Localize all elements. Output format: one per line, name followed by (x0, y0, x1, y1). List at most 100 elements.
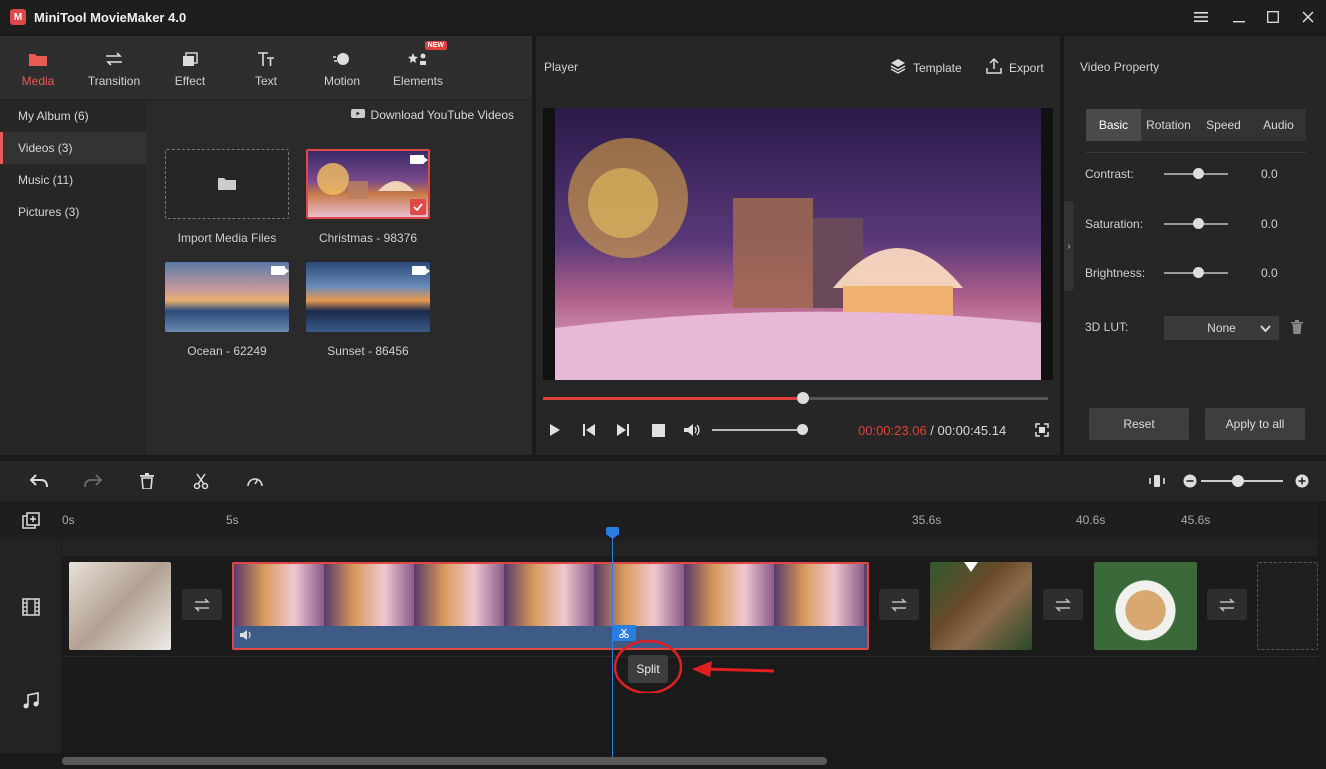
download-youtube-button[interactable]: Download YouTube Videos (351, 108, 514, 122)
media-label: Import Media Files (165, 231, 289, 245)
maximize-icon[interactable] (1262, 6, 1284, 28)
timeline-clip-3[interactable] (930, 562, 1032, 650)
brightness-label: Brightness: (1085, 266, 1145, 280)
tab-speed[interactable]: Speed (1196, 109, 1251, 141)
tab-text[interactable]: Text (228, 36, 304, 100)
lut-label: 3D LUT: (1085, 320, 1128, 334)
saturation-value: 0.0 (1261, 217, 1278, 231)
nav-videos[interactable]: Videos (3) (0, 132, 146, 164)
media-label: Sunset - 86456 (306, 344, 430, 358)
clip-volume-icon[interactable] (239, 629, 253, 644)
timeline-ruler[interactable]: 0s 5s 35.6s 40.6s 45.6s (0, 501, 1318, 541)
media-label: Christmas - 98376 (306, 231, 430, 245)
volume-slider[interactable] (712, 429, 807, 431)
zoom-handle[interactable] (1232, 475, 1244, 487)
import-media-card[interactable]: Import Media Files (165, 149, 289, 245)
tab-label: Media (22, 74, 55, 88)
next-frame-icon[interactable] (613, 420, 633, 440)
download-youtube-label: Download YouTube Videos (371, 108, 514, 122)
swap-icon (193, 598, 211, 612)
elements-icon (408, 48, 428, 70)
template-button[interactable]: Template (890, 58, 962, 77)
app-title: MiniTool MovieMaker 4.0 (34, 10, 186, 25)
collapse-panel-chevron-icon[interactable]: › (1064, 201, 1074, 291)
import-media-button[interactable] (165, 149, 289, 219)
minimize-icon[interactable] (1228, 6, 1250, 28)
seek-bar[interactable] (543, 397, 1048, 400)
youtube-icon (351, 108, 365, 122)
lut-select[interactable]: None (1164, 316, 1279, 340)
transition-slot-4[interactable] (1207, 589, 1247, 620)
export-button[interactable]: Export (986, 58, 1044, 77)
nav-pictures[interactable]: Pictures (3) (0, 196, 146, 228)
seek-handle[interactable] (797, 392, 809, 404)
play-icon[interactable] (545, 420, 565, 440)
property-title: Video Property (1080, 60, 1159, 74)
player-controls: 00:00:23.06 / 00:00:45.14 (536, 418, 1060, 442)
empty-clip-slot[interactable] (1257, 562, 1318, 650)
previous-frame-icon[interactable] (579, 420, 599, 440)
transition-slot-1[interactable] (182, 589, 222, 620)
timeline-clip-1[interactable] (69, 562, 171, 650)
stop-icon[interactable] (648, 420, 668, 440)
tab-transition[interactable]: Transition (76, 36, 152, 100)
tab-media[interactable]: Media (0, 36, 76, 100)
property-tabs: Basic Rotation Speed Audio (1086, 109, 1306, 141)
delete-icon[interactable] (137, 471, 157, 491)
christmas-thumbnail[interactable] (306, 149, 430, 219)
tab-audio[interactable]: Audio (1251, 109, 1306, 141)
brightness-row: Brightness: 0.0 (1085, 263, 1315, 283)
video-preview[interactable] (543, 108, 1053, 380)
timeline-scrollbar[interactable] (62, 757, 827, 765)
swap-icon (1054, 598, 1072, 612)
video-camera-icon (412, 266, 426, 275)
nav-music[interactable]: Music (11) (0, 164, 146, 196)
zoom-in-icon[interactable] (1292, 471, 1312, 491)
fit-timeline-icon[interactable] (1147, 471, 1167, 491)
transition-slot-2[interactable] (879, 589, 919, 620)
media-item-sunset[interactable]: Sunset - 86456 (306, 262, 430, 358)
speed-gauge-icon[interactable] (245, 471, 265, 491)
template-label: Template (913, 61, 962, 75)
tab-basic[interactable]: Basic (1086, 109, 1141, 141)
saturation-handle[interactable] (1193, 218, 1204, 229)
lut-row: 3D LUT: None (1085, 317, 1315, 337)
zoom-out-icon[interactable] (1180, 471, 1200, 491)
export-label: Export (1009, 61, 1044, 75)
zoom-slider[interactable] (1201, 480, 1283, 482)
ruler-tick: 40.6s (1076, 513, 1105, 527)
split-scissors-icon[interactable] (191, 471, 211, 491)
track-gap (62, 541, 1318, 556)
ocean-thumbnail[interactable] (165, 262, 289, 332)
menu-icon[interactable] (1190, 6, 1212, 28)
video-property-panel: › Video Property Basic Rotation Speed Au… (1064, 36, 1326, 455)
timeline-clip-4[interactable] (1094, 562, 1197, 650)
undo-icon[interactable] (29, 471, 49, 491)
export-icon (986, 58, 1002, 77)
tab-effect[interactable]: Effect (152, 36, 228, 100)
transition-slot-3[interactable] (1043, 589, 1083, 620)
tab-motion[interactable]: Motion (304, 36, 380, 100)
brightness-handle[interactable] (1193, 267, 1204, 278)
volume-handle[interactable] (797, 424, 808, 435)
add-track-icon[interactable] (22, 512, 40, 533)
sunset-thumbnail[interactable] (306, 262, 430, 332)
brightness-value: 0.0 (1261, 266, 1278, 280)
tab-rotation[interactable]: Rotation (1141, 109, 1196, 141)
trash-icon[interactable] (1291, 320, 1303, 337)
fullscreen-icon[interactable] (1032, 420, 1052, 440)
lut-value: None (1207, 321, 1236, 335)
media-item-christmas[interactable]: Christmas - 98376 (306, 149, 430, 245)
tab-label: Transition (88, 74, 140, 88)
apply-to-all-button[interactable]: Apply to all (1205, 408, 1305, 440)
nav-my-album[interactable]: My Album (6) (0, 100, 146, 132)
tab-label: Motion (324, 74, 360, 88)
redo-icon[interactable] (83, 471, 103, 491)
close-icon[interactable] (1297, 6, 1319, 28)
saturation-label: Saturation: (1085, 217, 1143, 231)
tab-elements[interactable]: Elements NEW (380, 36, 456, 100)
media-item-ocean[interactable]: Ocean - 62249 (165, 262, 289, 358)
reset-button[interactable]: Reset (1089, 408, 1189, 440)
contrast-handle[interactable] (1193, 168, 1204, 179)
volume-icon[interactable] (682, 420, 702, 440)
